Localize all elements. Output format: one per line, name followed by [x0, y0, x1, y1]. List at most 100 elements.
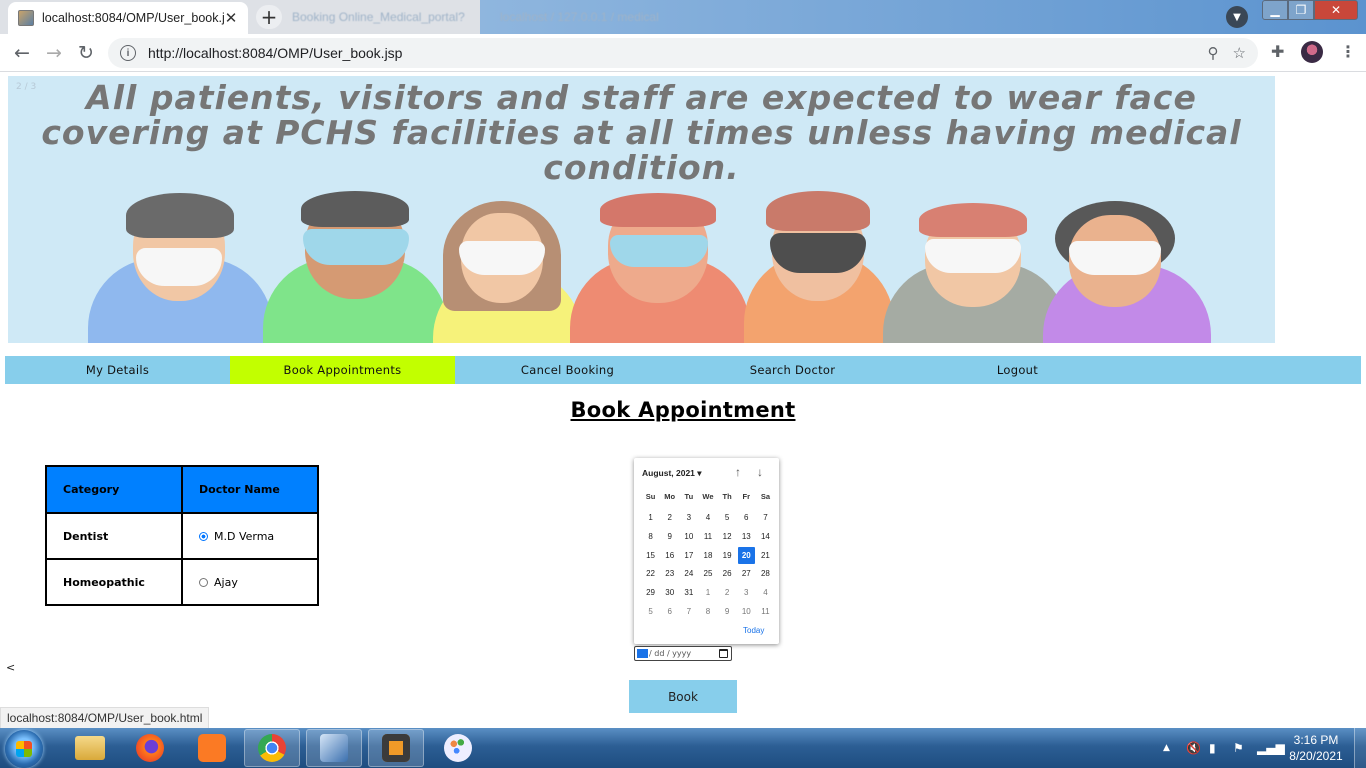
calendar-day[interactable]: 30 [660, 584, 679, 603]
calendar-day[interactable]: 7 [679, 603, 698, 622]
url-text: http://localhost:8084/OMP/User_book.jsp [148, 45, 403, 61]
sublime-text-icon[interactable] [368, 729, 424, 767]
back-arrow-icon[interactable]: ← [10, 41, 34, 65]
nav-search-doctor[interactable]: Search Doctor [680, 356, 905, 384]
calendar-day[interactable]: 8 [698, 603, 717, 622]
nav-book-appointments[interactable]: Book Appointments [230, 356, 455, 384]
calendar-day[interactable]: 5 [641, 603, 660, 622]
calendar-day[interactable]: 21 [756, 547, 775, 566]
today-button[interactable]: Today [743, 626, 764, 635]
firefox-icon[interactable] [122, 729, 178, 767]
calendar-day[interactable]: 29 [641, 584, 660, 603]
calendar-day[interactable]: 2 [718, 584, 737, 603]
show-hidden-icons-icon[interactable]: ▲ [1163, 728, 1170, 768]
volume-muted-icon[interactable]: 🔇 [1186, 728, 1201, 768]
minimize-window-icon[interactable]: ▁ [1262, 0, 1288, 20]
chrome-icon[interactable] [244, 729, 300, 767]
stray-text: < [6, 661, 16, 674]
wifi-signal-icon[interactable]: ▂▄▆ [1257, 728, 1285, 768]
calendar-day[interactable]: 15 [641, 547, 660, 566]
calendar-day[interactable]: 12 [718, 528, 737, 547]
address-bar[interactable]: i http://localhost:8084/OMP/User_book.js… [108, 38, 1258, 68]
calendar-day[interactable]: 5 [718, 509, 737, 528]
calendar-day[interactable]: 22 [641, 565, 660, 584]
virtualbox-icon[interactable] [306, 729, 362, 767]
calendar-day[interactable]: 13 [737, 528, 756, 547]
calendar-day[interactable]: 8 [641, 528, 660, 547]
calendar-day[interactable]: 16 [660, 547, 679, 566]
appointment-date-input[interactable]: / dd / yyyy [634, 646, 732, 661]
nav-cancel-booking[interactable]: Cancel Booking [455, 356, 680, 384]
close-tab-icon[interactable]: ✕ [224, 9, 238, 27]
tab-search-icon[interactable]: ▼ [1226, 6, 1248, 28]
xampp-icon[interactable] [184, 729, 240, 767]
action-center-icon[interactable]: ⚑ [1233, 728, 1244, 768]
maximize-window-icon[interactable]: ❐ [1288, 0, 1314, 20]
next-month-arrow-icon[interactable]: ↓ [757, 465, 763, 479]
extensions-puzzle-icon[interactable]: ✚ [1271, 42, 1284, 61]
forward-arrow-icon[interactable]: → [42, 41, 66, 65]
banner-person-illustration [88, 193, 273, 343]
browser-menu-icon[interactable]: ⋮ [1340, 42, 1356, 61]
calendar-day[interactable]: 11 [756, 603, 775, 622]
date-picker-popup: August, 2021 ▾ ↑ ↓ Su Mo Tu We Th Fr Sa 1 2 3 4 5 6 7… [634, 458, 779, 644]
covid-mask-banner: 2 / 3 All patients, visitors and staff a… [8, 76, 1275, 343]
bookmark-star-icon[interactable]: ☆ [1233, 44, 1246, 62]
reload-icon[interactable]: ↻ [74, 41, 98, 65]
site-info-icon[interactable]: i [120, 45, 136, 61]
paint-icon[interactable] [430, 729, 486, 767]
calendar-day[interactable]: 27 [737, 565, 756, 584]
calendar-day[interactable]: 7 [756, 509, 775, 528]
browser-toolbar: ← → ↻ i http://localhost:8084/OMP/User_b… [0, 34, 1366, 72]
calendar-day[interactable]: 26 [718, 565, 737, 584]
calendar-day[interactable]: 10 [737, 603, 756, 622]
calendar-day[interactable]: 4 [698, 509, 717, 528]
nav-my-details[interactable]: My Details [5, 356, 230, 384]
calendar-day[interactable]: 14 [756, 528, 775, 547]
month-year-selector[interactable]: August, 2021 ▾ [642, 468, 702, 479]
system-clock[interactable]: 3:16 PM 8/20/2021 [1284, 732, 1348, 764]
calendar-day[interactable]: 17 [679, 547, 698, 566]
calendar-day[interactable]: 1 [641, 509, 660, 528]
doctor-radio-button[interactable] [199, 577, 208, 587]
calendar-day[interactable]: 31 [679, 584, 698, 603]
calendar-icon[interactable] [719, 649, 728, 658]
calendar-day[interactable]: 9 [660, 528, 679, 547]
calendar-day[interactable]: 20 [737, 546, 755, 564]
calendar-day[interactable]: 23 [660, 565, 679, 584]
browser-tab-background-2[interactable]: localhost / 127.0.0.1 / medical [500, 6, 659, 28]
zoom-icon[interactable]: ⚲ [1208, 44, 1219, 62]
calendar-day[interactable]: 9 [718, 603, 737, 622]
browser-tab-active[interactable]: localhost:8084/OMP/User_book.js ✕ [8, 2, 248, 34]
close-window-icon[interactable]: ✕ [1314, 0, 1358, 20]
network-status-icon[interactable]: ▮ [1209, 728, 1216, 768]
start-button[interactable] [5, 730, 43, 768]
calendar-day[interactable]: 3 [737, 584, 756, 603]
calendar-day[interactable]: 19 [718, 547, 737, 566]
table-row: Dentist M.D Verma [45, 512, 319, 560]
calendar-day[interactable]: 2 [660, 509, 679, 528]
favicon-icon [18, 10, 34, 26]
browser-tab-background-1[interactable]: Booking Online_Medical_portal? [292, 6, 465, 28]
calendar-day[interactable]: 18 [698, 547, 717, 566]
doctor-radio-button[interactable] [199, 531, 208, 541]
calendar-day[interactable]: 24 [679, 565, 698, 584]
previous-month-arrow-icon[interactable]: ↑ [735, 465, 741, 479]
calendar-day[interactable]: 3 [679, 509, 698, 528]
calendar-day[interactable]: 28 [756, 565, 775, 584]
doctor-name-label: Ajay [214, 575, 238, 589]
calendar-day[interactable]: 11 [698, 528, 717, 547]
calendar-day[interactable]: 25 [698, 565, 717, 584]
calendar-day[interactable]: 10 [679, 528, 698, 547]
show-desktop-button[interactable] [1354, 728, 1366, 768]
profile-avatar[interactable] [1301, 41, 1323, 63]
book-button[interactable]: Book [629, 680, 737, 713]
doctor-cell: Ajay [181, 558, 319, 606]
new-tab-button[interactable]: + [256, 5, 282, 29]
calendar-day[interactable]: 4 [756, 584, 775, 603]
calendar-day[interactable]: 6 [737, 509, 756, 528]
calendar-day[interactable]: 6 [660, 603, 679, 622]
nav-logout[interactable]: Logout [905, 356, 1130, 384]
calendar-day[interactable]: 1 [698, 584, 717, 603]
file-explorer-icon[interactable] [62, 729, 118, 767]
